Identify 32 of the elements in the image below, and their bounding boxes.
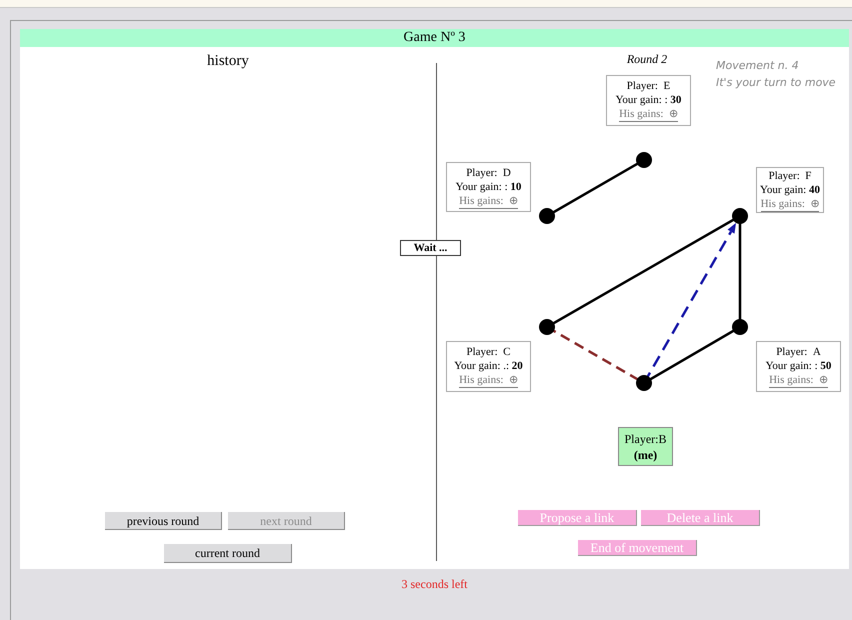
gain-label: Your gain: 40 (760, 182, 820, 196)
player-node[interactable] (636, 152, 652, 168)
player-label: Player: A (776, 345, 821, 359)
gain-label: Your gain: : 50 (766, 359, 832, 373)
title-bar: Game Nº 3 (20, 29, 849, 47)
player-label: Player: E (626, 79, 670, 93)
timer-text: 3 seconds left (400, 576, 468, 593)
player-label: Player: C (466, 345, 510, 359)
player-node[interactable] (539, 208, 555, 224)
player-label: Player: F (768, 168, 812, 182)
gain-label: Your gain: : 30 (616, 93, 682, 107)
gain-label: Your gain: .: 20 (454, 359, 523, 373)
movement-label: Movement n. 4 (716, 58, 800, 74)
his-gains-link[interactable]: His gains: ⊕ (619, 107, 678, 122)
his-gains-link[interactable]: His gains: ⊕ (459, 373, 518, 388)
player-node[interactable] (732, 319, 748, 335)
round-label: Round 2 (626, 51, 668, 68)
gain-label: Your gain: : 10 (456, 180, 522, 194)
his-gains-link[interactable]: His gains: ⊕ (769, 373, 828, 388)
his-gains-link[interactable]: His gains: ⊕ (760, 196, 820, 212)
his-gains-link[interactable]: His gains: ⊕ (459, 194, 518, 208)
player-label: Player:B (624, 430, 666, 446)
player-node[interactable] (539, 319, 555, 335)
player-node[interactable] (732, 208, 748, 224)
player-label: Player: D (466, 166, 511, 180)
current-round-button[interactable]: current round (164, 544, 292, 563)
turn-message: It's your turn to move (716, 75, 836, 91)
history-title: history (207, 52, 249, 71)
me-label: (me) (634, 446, 658, 462)
player-node[interactable] (636, 375, 652, 391)
round-button[interactable]: previous round (105, 512, 222, 530)
wait-button[interactable]: Wait ... (400, 240, 461, 256)
